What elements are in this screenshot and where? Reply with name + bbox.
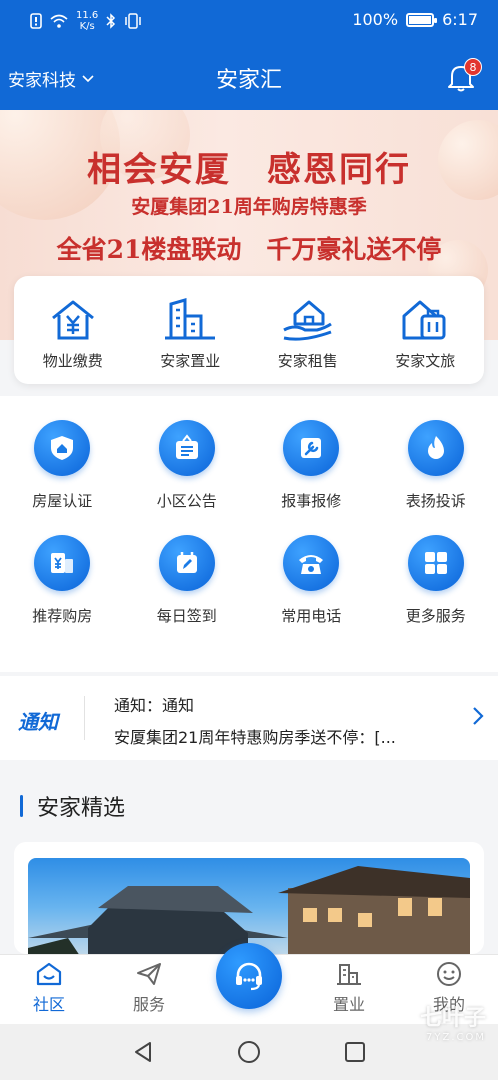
back-icon[interactable] [132, 1040, 154, 1064]
vibrate-icon [125, 13, 142, 29]
suitcase-house-icon [402, 300, 446, 340]
notification-button[interactable]: 8 [444, 58, 482, 94]
headset-icon [236, 962, 262, 991]
service-icon-circle [34, 535, 91, 591]
battery-fill [409, 15, 432, 24]
service-label: 房屋认证 [32, 492, 93, 510]
banner-tagline: 全省21楼盘联动 千万豪礼送不停 [56, 235, 442, 264]
quick-entry-card: 物业缴费 安家置业 安家租售 安家文旅 [14, 276, 484, 384]
smiley-icon [437, 962, 461, 986]
service-grid: 房屋认证 小区公告 报事报修 表扬投诉 推荐购房 每日签到 常用电话 更多服务 [0, 420, 498, 626]
notice-body: 安厦集团21周年特惠购房季送不停：[... [114, 728, 396, 747]
recents-icon[interactable] [344, 1041, 366, 1063]
status-bar: 11.6 K/s 100% 6:17 [0, 0, 498, 40]
quick-item-property-fee[interactable]: 物业缴费 [14, 276, 132, 384]
service-house-certification[interactable]: 房屋认证 [0, 420, 125, 511]
building-icon [337, 964, 361, 985]
section-title: 安家精选 [37, 796, 126, 821]
community-house-icon [36, 962, 62, 986]
service-label: 推荐购房 [32, 607, 93, 625]
quick-item-rent-sale[interactable]: 安家租售 [249, 276, 367, 384]
shield-house-icon [51, 436, 74, 460]
quick-item-label: 物业缴费 [42, 352, 103, 370]
quick-item-label: 安家置业 [160, 352, 221, 370]
grid-icon [424, 552, 447, 574]
home-icon[interactable] [237, 1040, 261, 1064]
service-label: 每日签到 [156, 607, 217, 625]
clock: 6:17 [442, 10, 478, 29]
network-speed: 11.6 K/s [76, 10, 99, 32]
quick-item-label: 安家文旅 [395, 352, 456, 370]
building-photo [28, 866, 470, 954]
service-recommend-purchase[interactable]: 推荐购房 [0, 535, 125, 626]
featured-image [28, 858, 470, 954]
page-title: 安家汇 [215, 68, 282, 93]
service-icon-circle [407, 535, 464, 591]
tab-label: 置业 [332, 995, 365, 1014]
quick-item-label: 安家租售 [277, 352, 338, 370]
customer-service-button[interactable] [216, 943, 282, 1009]
battery-percent: 100% [352, 10, 399, 29]
service-icon-circle [158, 535, 215, 591]
tab-real-estate[interactable]: 置业 [304, 961, 394, 1015]
app-header: 安家科技 安家汇 8 [0, 50, 498, 106]
notice-logo: 通知 [18, 710, 58, 734]
service-label: 常用电话 [281, 607, 342, 625]
banner-headline: 相会安厦 感恩同行 [87, 150, 411, 190]
watermark-sub: 7YZ.COM [426, 1032, 486, 1043]
notice-bar[interactable]: 通知 通知：通知 安厦集团21周年特惠购房季送不停：[... [0, 676, 498, 760]
tab-label: 社区 [32, 995, 65, 1014]
tab-community[interactable]: 社区 [4, 961, 94, 1015]
sim-alert-icon [30, 13, 42, 29]
service-repair-report[interactable]: 报事报修 [249, 420, 374, 511]
service-grid-panel: 房屋认证 小区公告 报事报修 表扬投诉 推荐购房 每日签到 常用电话 更多服务 [0, 396, 498, 672]
building-yen-icon [51, 553, 74, 573]
service-common-phone[interactable]: 常用电话 [249, 535, 374, 626]
service-label: 报事报修 [281, 492, 342, 510]
service-community-notice[interactable]: 小区公告 [125, 420, 250, 511]
featured-card[interactable] [14, 842, 484, 954]
quick-item-real-estate[interactable]: 安家置业 [132, 276, 250, 384]
banner-subtitle: 安厦集团21周年购房特惠季 [131, 196, 367, 218]
service-more[interactable]: 更多服务 [374, 535, 498, 626]
bluetooth-icon [106, 13, 116, 29]
service-icon-circle [407, 420, 464, 476]
watermark-text: 七叶子 [419, 1006, 486, 1031]
notice-title: 通知：通知 [114, 696, 195, 715]
service-daily-checkin[interactable]: 每日签到 [125, 535, 250, 626]
calendar-pen-icon [176, 552, 197, 573]
watermark: 七叶子 7YZ.COM [420, 1000, 486, 1043]
telephone-icon [299, 555, 324, 574]
service-icon-circle [34, 420, 91, 476]
service-icon-circle [283, 535, 340, 591]
tab-service[interactable]: 服务 [104, 961, 194, 1015]
buildings-icon [165, 298, 216, 340]
wrench-icon [301, 438, 322, 458]
flame-icon [427, 436, 444, 459]
service-icon-circle [158, 420, 215, 476]
notice-board-icon [175, 434, 198, 459]
top-bar: 11.6 K/s 100% 6:17 安家科技 安家汇 8 [0, 0, 498, 110]
section-accent-bar [20, 795, 23, 817]
divider [84, 696, 85, 740]
battery-icon [406, 12, 438, 27]
service-label: 小区公告 [156, 492, 217, 510]
hand-house-icon [283, 300, 332, 341]
house-yen-icon [51, 300, 94, 340]
service-label: 更多服务 [405, 607, 466, 625]
quick-item-culture-travel[interactable]: 安家文旅 [367, 276, 485, 384]
service-label: 表扬投诉 [405, 492, 466, 510]
chevron-right-icon [473, 707, 484, 725]
service-icon-circle [283, 420, 340, 476]
paper-plane-icon [137, 963, 161, 985]
wifi-icon [50, 14, 68, 28]
tab-label: 服务 [132, 995, 165, 1014]
notification-badge: 8 [464, 58, 482, 76]
service-praise-complaint[interactable]: 表扬投诉 [374, 420, 498, 511]
section-header: 安家精选 [20, 790, 125, 822]
